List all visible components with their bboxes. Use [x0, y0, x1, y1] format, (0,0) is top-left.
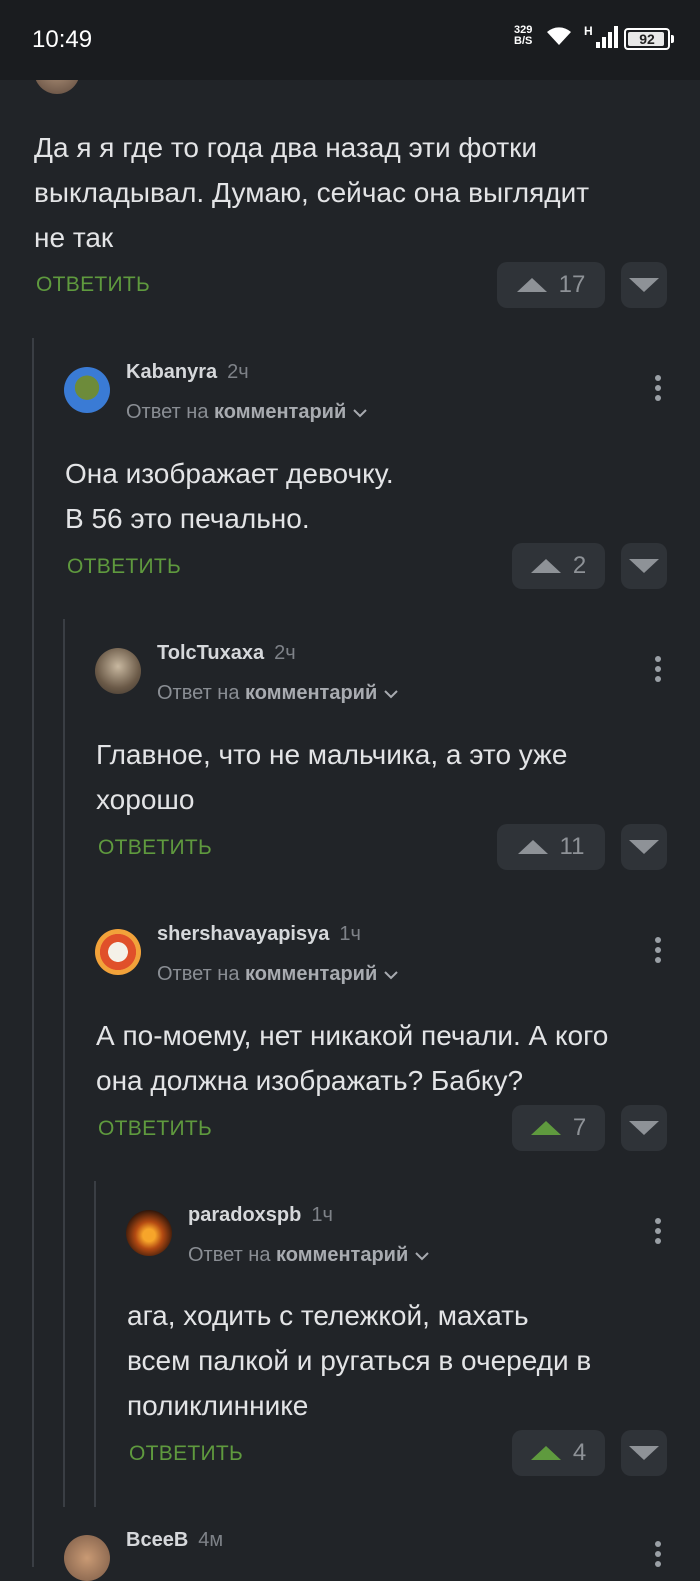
- battery-icon: 92: [624, 28, 674, 50]
- clock: 10:49: [32, 26, 93, 53]
- comment-age: 2ч: [274, 642, 296, 664]
- downvote-icon: [629, 840, 659, 854]
- vote-count: 17: [558, 271, 586, 298]
- more-options-icon[interactable]: [655, 656, 663, 686]
- vote-count: 7: [572, 1114, 587, 1141]
- comment-age: 4м: [198, 1529, 224, 1551]
- downvote-button[interactable]: [621, 824, 667, 870]
- upvote-icon: [530, 559, 561, 573]
- upvote-icon: [517, 840, 548, 854]
- upvote-button[interactable]: 17: [497, 262, 605, 308]
- downvote-button[interactable]: [621, 262, 667, 308]
- wifi-icon: [547, 27, 571, 45]
- reply-button[interactable]: ОТВЕТИТЬ: [98, 1117, 212, 1141]
- thread-line[interactable]: [94, 1181, 96, 1507]
- more-options-icon[interactable]: [655, 1218, 663, 1248]
- reply-to[interactable]: Ответ на комментарий: [126, 401, 368, 424]
- downvote-icon: [629, 1121, 659, 1135]
- comment-text: Она изображает девочку. В 56 это печальн…: [65, 458, 394, 534]
- comment-author[interactable]: TolcTuxaxa 2ч: [157, 642, 296, 665]
- reply-to[interactable]: Ответ на комментарий: [157, 963, 399, 986]
- chevron-down-icon[interactable]: [383, 970, 399, 980]
- reply-to[interactable]: Ответ на комментарий: [188, 1244, 430, 1267]
- downvote-button[interactable]: [621, 1430, 667, 1476]
- downvote-icon: [629, 559, 659, 573]
- vote-count: 11: [559, 833, 585, 860]
- avatar[interactable]: [64, 367, 110, 413]
- comment-age: 1ч: [311, 1204, 333, 1226]
- upvote-button[interactable]: 11: [497, 824, 605, 870]
- downvote-button[interactable]: [621, 543, 667, 589]
- chevron-down-icon[interactable]: [414, 1251, 430, 1261]
- upvote-icon: [530, 1121, 561, 1135]
- reply-button[interactable]: ОТВЕТИТЬ: [67, 555, 181, 579]
- upvote-button[interactable]: 4: [512, 1430, 605, 1476]
- vote-count: 2: [572, 552, 587, 579]
- comment-text: А по-моему, нет никакой печали. А кого о…: [96, 1020, 609, 1096]
- signal-icon: [596, 26, 618, 48]
- upvote-icon: [516, 278, 547, 292]
- comment-age: 1ч: [339, 923, 361, 945]
- network-speed: 329 B/S: [514, 25, 532, 47]
- more-options-icon[interactable]: [655, 375, 663, 405]
- comment-author[interactable]: paradoxspb 1ч: [188, 1204, 333, 1227]
- avatar[interactable]: [126, 1210, 172, 1256]
- vote-count: 4: [572, 1439, 587, 1466]
- avatar[interactable]: [95, 648, 141, 694]
- network-type: H: [584, 24, 593, 38]
- comment-author[interactable]: shershavayapisya 1ч: [157, 923, 361, 946]
- reply-to[interactable]: Ответ на комментарий: [157, 682, 399, 705]
- upvote-icon: [530, 1446, 561, 1460]
- upvote-button[interactable]: 2: [512, 543, 605, 589]
- upvote-button[interactable]: 7: [512, 1105, 605, 1151]
- downvote-icon: [629, 278, 659, 292]
- reply-button[interactable]: ОТВЕТИТЬ: [98, 836, 212, 860]
- comment-author[interactable]: BceeB 4м: [126, 1529, 223, 1552]
- chevron-down-icon[interactable]: [383, 689, 399, 699]
- comment-text: Да я я где то года два назад эти фотки в…: [34, 132, 590, 253]
- comment-author[interactable]: Kabanyra 2ч: [126, 361, 249, 384]
- thread-line[interactable]: [63, 619, 65, 1507]
- chevron-down-icon[interactable]: [352, 408, 368, 418]
- comment-age: 2ч: [227, 361, 249, 383]
- network-speed-unit: B/S: [514, 35, 533, 47]
- more-options-icon[interactable]: [655, 937, 663, 967]
- reply-button[interactable]: ОТВЕТИТЬ: [36, 273, 150, 297]
- reply-button[interactable]: ОТВЕТИТЬ: [129, 1442, 243, 1466]
- downvote-icon: [629, 1446, 659, 1460]
- status-bar: 10:49 329 B/S H 92: [0, 0, 700, 80]
- downvote-button[interactable]: [621, 1105, 667, 1151]
- thread-line[interactable]: [32, 338, 34, 1567]
- comment-text: ага, ходить с тележкой, махать всем палк…: [127, 1300, 592, 1421]
- avatar[interactable]: [95, 929, 141, 975]
- battery-level: 92: [639, 31, 655, 47]
- comment-text: Главное, что не мальчика, а это уже хоро…: [96, 739, 568, 815]
- avatar[interactable]: [64, 1535, 110, 1581]
